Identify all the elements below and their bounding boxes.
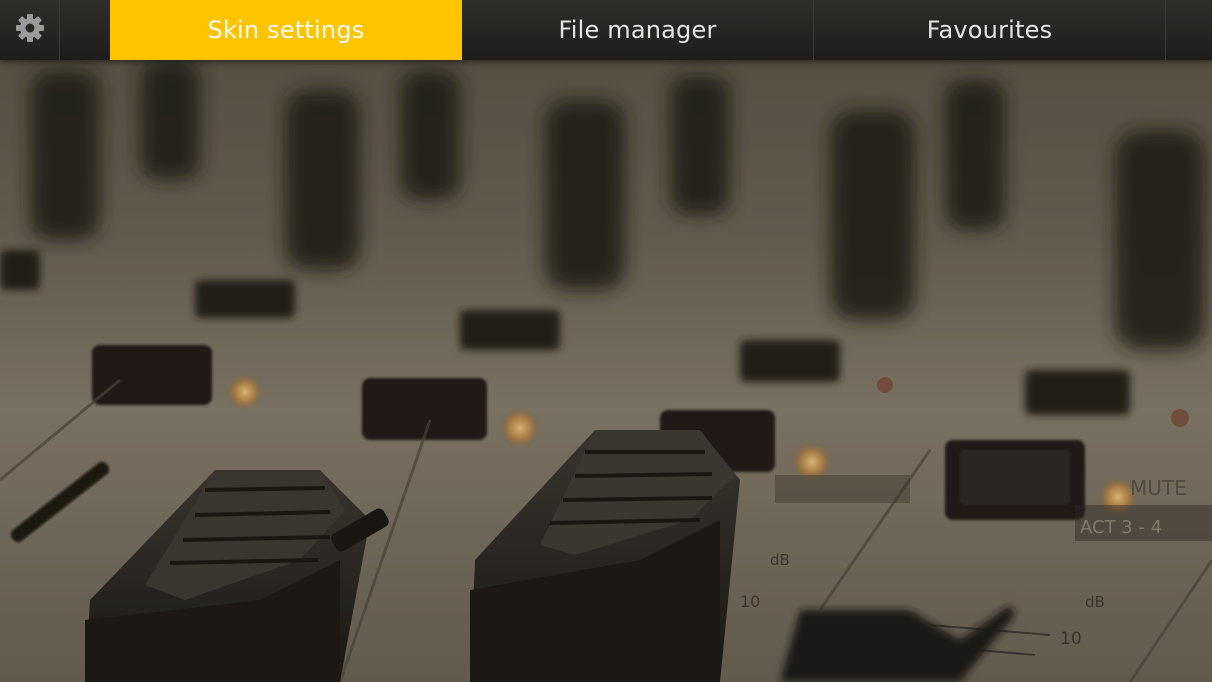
skin-settings-screen: MUTE ACT 3 - 4 dB 10 10 dB 10: [0, 0, 1212, 682]
gear-icon: [14, 12, 46, 48]
top-navigation-bar: Skin settings File manager Favourites: [0, 0, 1212, 60]
settings-button[interactable]: [0, 0, 60, 60]
tab-file-manager[interactable]: File manager: [462, 0, 814, 60]
topbar-tail: [1166, 0, 1212, 60]
tab-skin-settings[interactable]: Skin settings: [110, 0, 462, 60]
tab-favourites[interactable]: Favourites: [814, 0, 1166, 60]
background-image: MUTE ACT 3 - 4 dB 10 10 dB 10: [0, 0, 1212, 682]
